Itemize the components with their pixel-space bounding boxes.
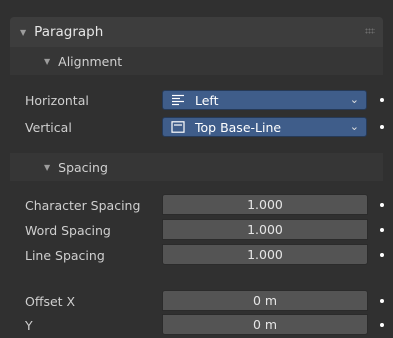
character-spacing-row: Character Spacing 1.000 (0, 194, 393, 216)
horizontal-label: Horizontal (25, 93, 89, 108)
offset-x-row: Offset X 0 m (0, 290, 393, 312)
offset-y-field[interactable]: 0 m (162, 314, 368, 335)
line-spacing-row: Line Spacing 1.000 (0, 244, 393, 266)
spacing-subpanel-title: Spacing (58, 159, 108, 175)
keyframe-dot-icon[interactable] (380, 323, 384, 327)
align-left-icon (171, 94, 185, 106)
keyframe-dot-icon[interactable] (380, 203, 384, 207)
offset-x-field[interactable]: 0 m (162, 290, 368, 311)
vertical-alignment-row: Vertical Top Base-Line ⌄ (0, 116, 393, 138)
paragraph-panel-title: Paragraph (34, 24, 104, 40)
top-baseline-icon (171, 121, 185, 133)
vertical-label: Vertical (25, 120, 72, 135)
chevron-down-icon: ⌄ (349, 120, 359, 133)
properties-panel: ▼ Paragraph ▼ Alignment Horizontal Left … (0, 0, 393, 338)
collapse-triangle-icon: ▼ (44, 56, 51, 66)
paragraph-panel-header[interactable]: ▼ Paragraph (10, 17, 383, 47)
spacing-subpanel-header[interactable]: ▼ Spacing (10, 153, 383, 181)
character-spacing-label: Character Spacing (25, 198, 141, 213)
word-spacing-row: Word Spacing 1.000 (0, 219, 393, 241)
drag-grip-icon[interactable] (365, 28, 375, 34)
horizontal-alignment-value: Left (195, 92, 219, 108)
collapse-triangle-icon: ▼ (20, 27, 27, 37)
word-spacing-label: Word Spacing (25, 223, 111, 238)
keyframe-dot-icon[interactable] (380, 299, 384, 303)
line-spacing-label: Line Spacing (25, 248, 105, 263)
alignment-subpanel-header[interactable]: ▼ Alignment (10, 47, 383, 75)
horizontal-alignment-row: Horizontal Left ⌄ (0, 89, 393, 111)
line-spacing-field[interactable]: 1.000 (162, 244, 368, 265)
horizontal-alignment-dropdown[interactable]: Left ⌄ (162, 90, 367, 110)
keyframe-dot-icon[interactable] (380, 253, 384, 257)
vertical-alignment-value: Top Base-Line (195, 119, 282, 135)
character-spacing-field[interactable]: 1.000 (162, 194, 368, 215)
offset-y-label: Y (25, 318, 33, 333)
keyframe-dot-icon[interactable] (380, 98, 384, 102)
keyframe-dot-icon[interactable] (380, 125, 384, 129)
offset-y-row: Y 0 m (0, 314, 393, 336)
keyframe-dot-icon[interactable] (380, 228, 384, 232)
chevron-down-icon: ⌄ (349, 93, 359, 106)
collapse-triangle-icon: ▼ (44, 162, 51, 172)
alignment-subpanel-title: Alignment (58, 53, 123, 69)
vertical-alignment-dropdown[interactable]: Top Base-Line ⌄ (162, 117, 367, 137)
offset-x-label: Offset X (25, 294, 76, 309)
word-spacing-field[interactable]: 1.000 (162, 219, 368, 240)
